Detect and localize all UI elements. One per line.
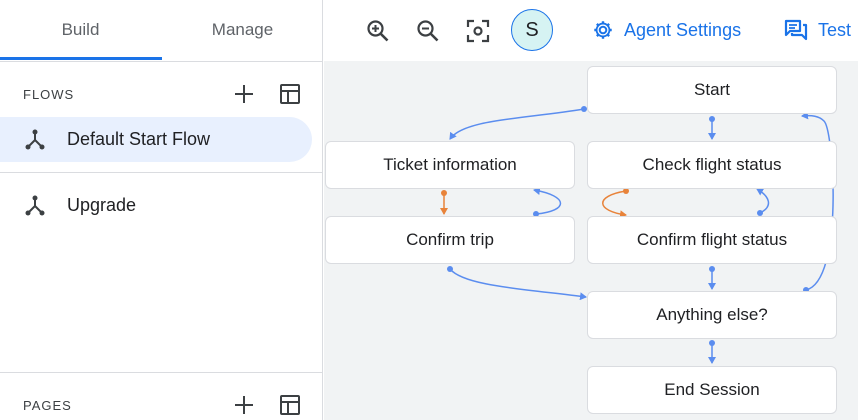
divider (0, 372, 322, 373)
node-start[interactable]: Start (587, 66, 837, 114)
add-flow-button[interactable] (231, 81, 257, 107)
active-tab-indicator (0, 57, 162, 60)
test-label: Test (818, 19, 852, 40)
add-icon (235, 396, 253, 414)
gear-icon (594, 21, 612, 39)
edge-ticket-to-confirm-trip (440, 190, 448, 215)
zoom-in-icon (367, 20, 389, 42)
zoom-out-icon (417, 20, 439, 42)
flow-item-default-start-flow[interactable]: Default Start Flow (0, 117, 312, 162)
table-icon (280, 395, 300, 415)
node-confirm-trip[interactable]: Confirm trip (325, 216, 575, 264)
edge-start-to-check (708, 116, 716, 140)
pages-table-button[interactable] (277, 392, 303, 418)
canvas-toolbar: S Agent Settings Test (324, 0, 858, 62)
agent-settings-label: Agent Settings (624, 19, 742, 40)
flow-icon (25, 129, 45, 150)
test-agent-button[interactable]: Test (784, 14, 851, 46)
edge-anything-to-end (708, 340, 716, 364)
flow-canvas[interactable]: Start Ticket information Check flight st… (324, 61, 858, 420)
flow-item-label: Upgrade (67, 195, 137, 215)
table-icon (280, 84, 300, 104)
sidebar: Build Manage FLOWS Default Start Flow Up… (0, 0, 323, 420)
fit-view-button[interactable] (464, 17, 492, 45)
add-icon (235, 85, 253, 103)
center-focus-icon (466, 19, 490, 43)
zoom-out-button[interactable] (414, 17, 442, 45)
flows-table-button[interactable] (277, 81, 303, 107)
avatar[interactable]: S (511, 9, 553, 51)
zoom-in-button[interactable] (364, 17, 392, 45)
edge-confirm-flight-loop (756, 188, 770, 216)
sidebar-tabs: Build Manage (0, 0, 323, 62)
node-check-flight-status[interactable]: Check flight status (587, 141, 837, 189)
pages-section-title: PAGES (23, 398, 72, 413)
flow-item-upgrade[interactable]: Upgrade (0, 183, 312, 228)
node-confirm-flight-status[interactable]: Confirm flight status (587, 216, 837, 264)
divider (0, 172, 322, 173)
tab-build[interactable]: Build (0, 0, 161, 60)
add-page-button[interactable] (231, 392, 257, 418)
agent-settings-button[interactable]: Agent Settings (592, 14, 741, 46)
flows-section-title: FLOWS (23, 87, 75, 102)
edge-confirm-trip-to-anything (447, 266, 587, 301)
flow-icon (25, 195, 45, 216)
chat-icon (784, 19, 808, 41)
tab-manage[interactable]: Manage (162, 0, 323, 60)
node-anything-else[interactable]: Anything else? (587, 291, 837, 339)
node-ticket-information[interactable]: Ticket information (325, 141, 575, 189)
node-end-session[interactable]: End Session (587, 366, 837, 414)
edge-confirm-flight-to-anything (708, 266, 716, 290)
edge-start-to-ticket (449, 106, 587, 140)
edge-check-to-confirm-flight (602, 188, 629, 219)
edge-confirm-trip-loop (533, 187, 562, 217)
flow-item-label: Default Start Flow (67, 129, 211, 149)
